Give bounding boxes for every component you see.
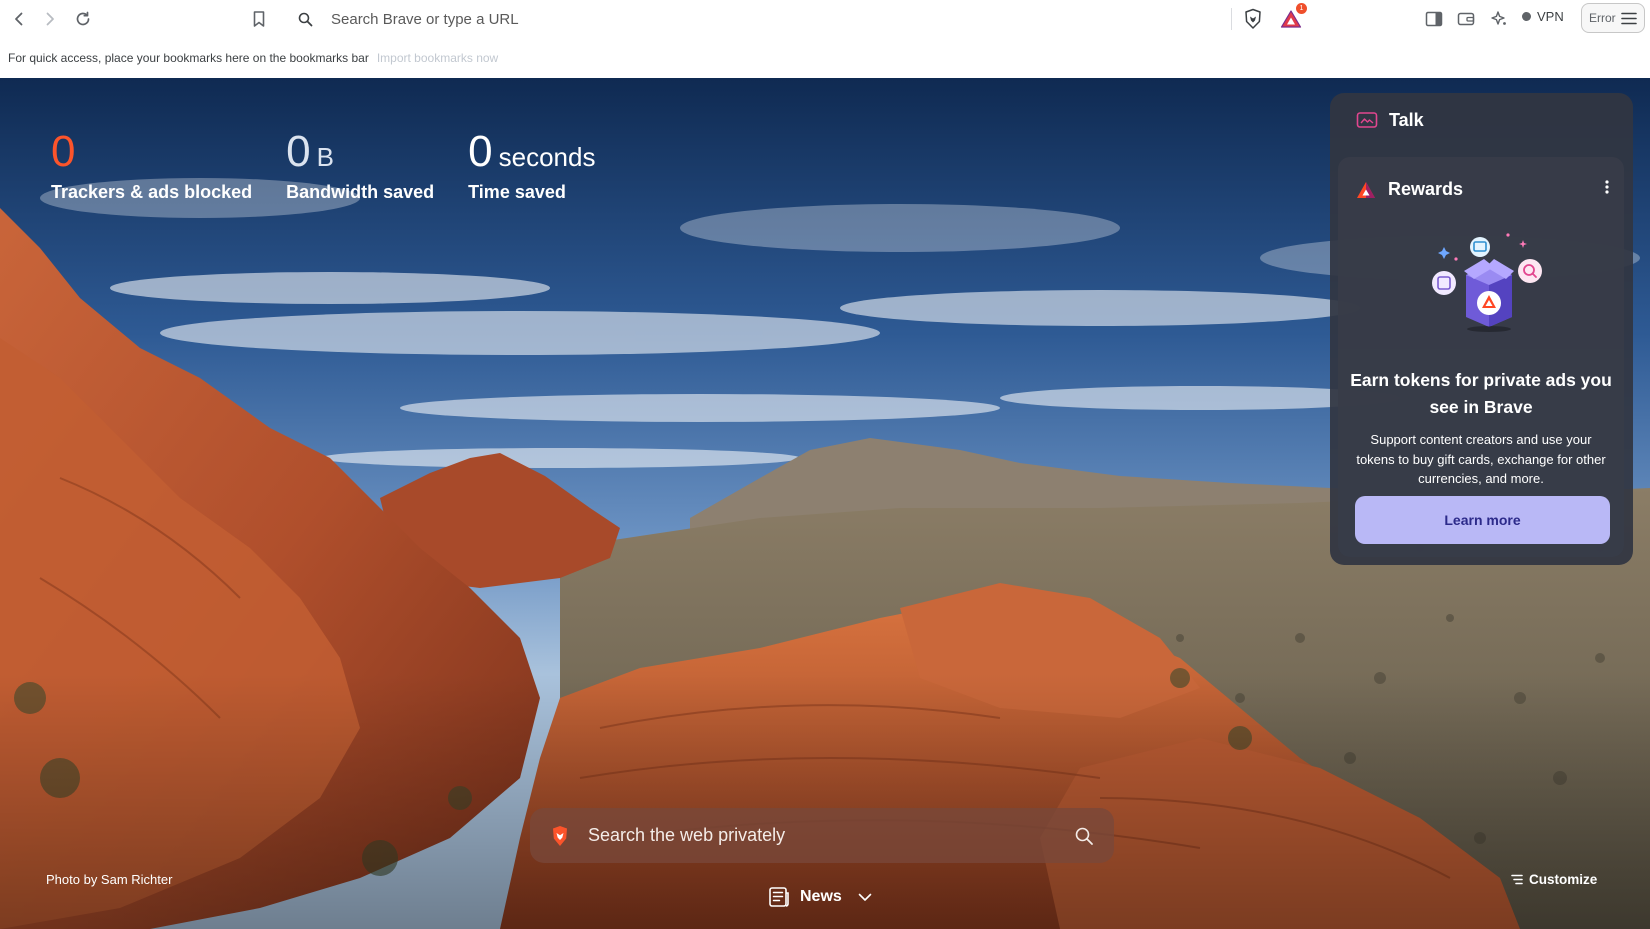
chevron-left-icon: [15, 12, 23, 26]
stat-trackers-blocked: 0 Trackers & ads blocked: [51, 130, 252, 203]
privacy-stats: 0 Trackers & ads blocked 0 B Bandwidth s…: [51, 130, 629, 203]
bookmark-icon: [253, 11, 265, 27]
stat-value: 0: [51, 127, 76, 176]
rewards-description: Support content creators and use your to…: [1356, 432, 1606, 486]
sliders-icon: [1511, 874, 1523, 885]
search-icon: [295, 9, 315, 29]
reload-button[interactable]: [70, 6, 96, 32]
vpn-button[interactable]: VPN: [1522, 9, 1564, 24]
rewards-button[interactable]: 1: [1278, 3, 1307, 32]
more-options-icon[interactable]: [1604, 179, 1610, 195]
hamburger-menu-icon: [1620, 12, 1637, 25]
web-search-input[interactable]: [588, 825, 1074, 846]
talk-widget[interactable]: Talk: [1330, 93, 1633, 147]
stat-label: Bandwidth saved: [286, 182, 435, 202]
talk-title: Talk: [1389, 109, 1424, 130]
learn-more-button[interactable]: Learn more: [1355, 496, 1610, 544]
bookmarks-bar: For quick access, place your bookmarks h…: [0, 38, 1650, 78]
address-input[interactable]: [331, 10, 1131, 28]
leo-ai-button[interactable]: [1486, 6, 1512, 32]
reload-icon: [76, 11, 90, 26]
brave-lion-icon: [550, 825, 570, 847]
wallet-icon: [1457, 12, 1475, 26]
stat-bandwidth-saved: 0 B Bandwidth saved: [286, 130, 434, 203]
wallet-button[interactable]: [1453, 6, 1479, 32]
widget-stack: Talk Rewards Earn tokens for private ads…: [1330, 93, 1633, 565]
customize-label: Customize: [1529, 872, 1598, 887]
sparkle-icon: [1491, 11, 1506, 25]
bat-logo-icon: [1356, 181, 1376, 199]
rewards-title-label: Rewards: [1388, 179, 1464, 199]
error-label: Error: [1589, 11, 1616, 25]
web-search-box[interactable]: [530, 808, 1114, 863]
rewards-gift-illustration: [1432, 233, 1542, 332]
bookmark-button[interactable]: [246, 6, 272, 32]
bookmarks-bar-message: For quick access, place your bookmarks h…: [8, 51, 369, 65]
forward-button[interactable]: [37, 6, 63, 32]
new-tab-page: 0 Trackers & ads blocked 0 B Bandwidth s…: [0, 78, 1650, 929]
import-bookmarks-link[interactable]: Import bookmarks now: [377, 51, 498, 65]
sidebar-toggle-button[interactable]: [1421, 6, 1447, 32]
stat-unit: seconds: [498, 142, 596, 172]
photo-credit[interactable]: Photo by Sam Richter: [46, 872, 172, 887]
camera-icon: [1356, 111, 1378, 129]
search-submit-icon[interactable]: [1074, 826, 1094, 846]
vpn-label: VPN: [1537, 9, 1564, 24]
brave-shields-icon: [1245, 8, 1261, 29]
news-toggle[interactable]: News: [768, 886, 872, 908]
stat-value: 0: [468, 127, 493, 176]
rewards-widget: Rewards Earn tokens for private ads you …: [1338, 157, 1624, 557]
customize-button[interactable]: Customize: [1511, 872, 1597, 887]
chevron-down-icon: [858, 893, 872, 902]
vpn-status-icon: [1522, 12, 1531, 21]
address-bar[interactable]: [285, 4, 1245, 34]
toolbar-divider: [1231, 8, 1232, 30]
shields-button[interactable]: [1240, 6, 1266, 32]
back-button[interactable]: [6, 6, 32, 32]
chevron-right-icon: [46, 12, 54, 26]
stat-label: Time saved: [468, 182, 566, 202]
stat-unit: B: [316, 142, 334, 172]
rewards-headline: Earn tokens for private ads you see in B…: [1350, 370, 1612, 417]
stat-value: 0: [286, 127, 311, 176]
rewards-badge: 1: [1296, 3, 1307, 14]
stat-label: Trackers & ads blocked: [51, 182, 253, 202]
sidebar-icon: [1425, 11, 1443, 27]
newspaper-icon: [768, 886, 790, 908]
stat-time-saved: 0 seconds Time saved: [468, 130, 595, 203]
error-menu-button[interactable]: Error: [1581, 3, 1645, 33]
browser-toolbar: 1 VPN Error: [0, 0, 1650, 38]
news-label: News: [800, 888, 842, 905]
rewards-header: Rewards: [1356, 179, 1463, 200]
